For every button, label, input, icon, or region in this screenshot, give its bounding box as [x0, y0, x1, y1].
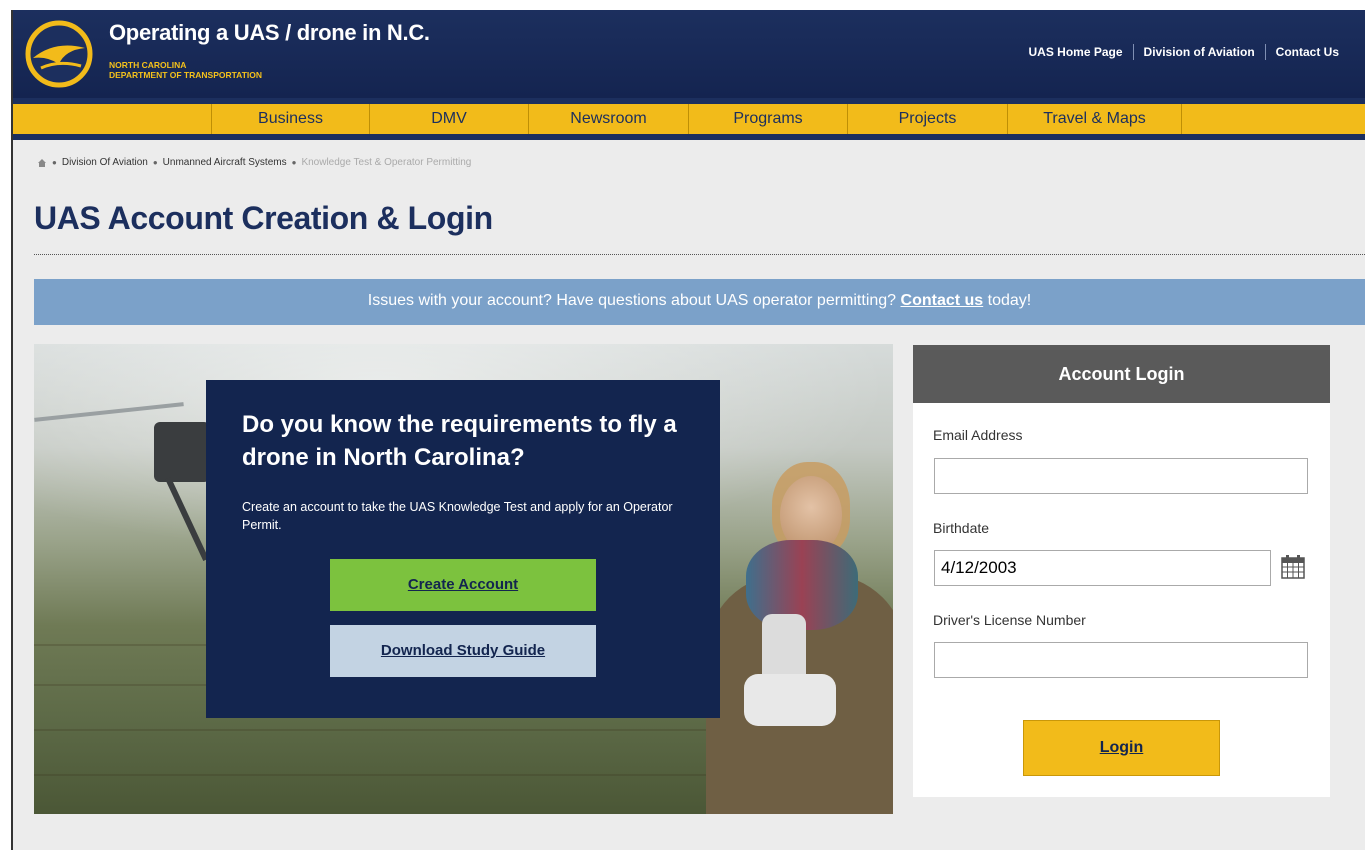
license-number-field[interactable] [934, 642, 1308, 678]
dept-line-1: NORTH CAROLINA [109, 60, 187, 70]
nav-dmv[interactable]: DMV [370, 104, 529, 134]
department-name: NORTH CAROLINA DEPARTMENT OF TRANSPORTAT… [109, 60, 262, 80]
site-header: Operating a UAS / drone in N.C. NORTH CA… [13, 10, 1365, 98]
email-field[interactable] [934, 458, 1308, 494]
page-title: UAS Account Creation & Login [34, 200, 493, 236]
hero-image: Do you know the requirements to fly a dr… [34, 344, 893, 814]
breadcrumb-separator: ● [152, 158, 158, 167]
window-frame-top [0, 0, 1365, 10]
notice-banner: Issues with your account? Have questions… [34, 279, 1365, 325]
breadcrumb: ● Division Of Aviation ● Unmanned Aircra… [37, 157, 471, 168]
link-divider [1132, 44, 1134, 60]
login-panel: Account Login Email Address Birthdate Dr… [913, 345, 1330, 797]
nav-travel-maps[interactable]: Travel & Maps [1008, 104, 1182, 134]
home-icon[interactable] [37, 158, 47, 168]
division-of-aviation-link[interactable]: Division of Aviation [1144, 45, 1255, 59]
header-links: UAS Home Page Division of Aviation Conta… [1029, 44, 1339, 60]
create-account-button[interactable]: Create Account [330, 559, 596, 611]
main-nav: Business DMV Newsroom Programs Projects … [13, 98, 1365, 140]
nav-strip: Business DMV Newsroom Programs Projects … [13, 104, 1365, 134]
breadcrumb-separator: ● [291, 158, 297, 167]
dept-line-2: DEPARTMENT OF TRANSPORTATION [109, 70, 262, 80]
contact-us-link[interactable]: Contact Us [1276, 45, 1339, 59]
link-divider [1264, 44, 1266, 60]
promo-panel: Do you know the requirements to fly a dr… [206, 380, 720, 718]
remote-controller [744, 674, 836, 726]
notice-contact-link[interactable]: Contact us [901, 292, 984, 309]
download-study-guide-button[interactable]: Download Study Guide [330, 625, 596, 677]
nav-spacer [13, 104, 212, 134]
breadcrumb-division-of-aviation[interactable]: Division Of Aviation [62, 157, 148, 168]
breadcrumb-current: Knowledge Test & Operator Permitting [301, 157, 472, 168]
site-title[interactable]: Operating a UAS / drone in N.C. [109, 20, 430, 46]
birthdate-label: Birthdate [933, 520, 990, 536]
login-title: Account Login [913, 345, 1330, 403]
uas-home-link[interactable]: UAS Home Page [1029, 45, 1123, 59]
nav-projects[interactable]: Projects [848, 104, 1008, 134]
nav-programs[interactable]: Programs [689, 104, 848, 134]
title-divider [34, 254, 1365, 255]
nav-business[interactable]: Business [212, 104, 370, 134]
breadcrumb-unmanned-aircraft-systems[interactable]: Unmanned Aircraft Systems [163, 157, 287, 168]
nav-newsroom[interactable]: Newsroom [529, 104, 689, 134]
notice-text: Issues with your account? Have questions… [367, 292, 901, 309]
license-label: Driver's License Number [933, 612, 1086, 628]
calendar-icon[interactable] [1280, 554, 1306, 580]
promo-heading: Do you know the requirements to fly a dr… [242, 411, 677, 471]
email-label: Email Address [933, 427, 1023, 443]
login-button[interactable]: Login [1023, 720, 1220, 776]
ncdot-logo[interactable] [25, 20, 93, 88]
birthdate-field[interactable] [934, 550, 1271, 586]
promo-text: Create an account to take the UAS Knowle… [242, 500, 673, 532]
breadcrumb-separator: ● [52, 158, 57, 167]
notice-text-end: today! [983, 292, 1032, 309]
drone-body [154, 422, 210, 482]
